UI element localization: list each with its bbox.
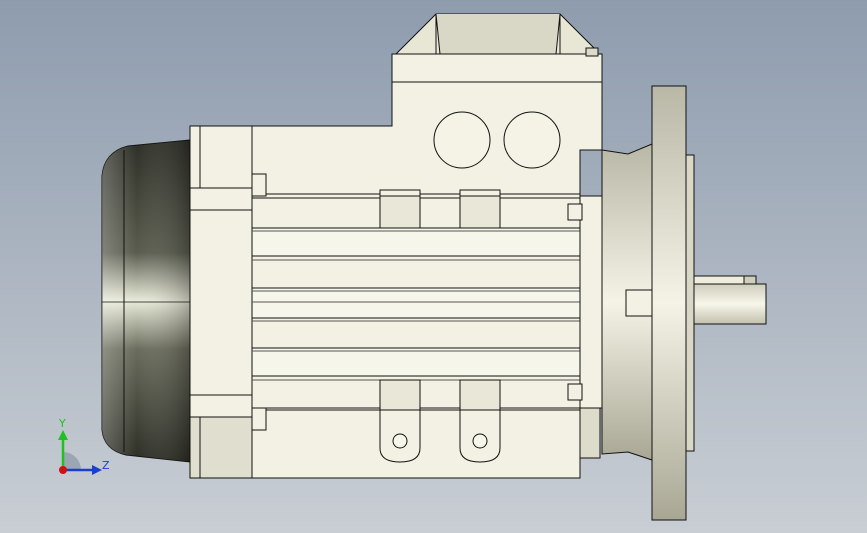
foot-hole-icon <box>472 433 488 449</box>
cad-viewport[interactable]: Y Z <box>0 0 867 533</box>
origin-dot-icon <box>59 466 67 474</box>
foot-hole-icon <box>392 433 408 449</box>
fan-cover[interactable] <box>101 139 191 463</box>
rear-end-shield[interactable] <box>189 125 253 479</box>
y-axis-label: Y <box>58 417 66 430</box>
output-shaft[interactable] <box>693 275 767 325</box>
z-axis-label: Z <box>102 459 110 472</box>
cooling-fins <box>251 197 583 409</box>
cable-gland-icon <box>503 111 561 169</box>
cable-gland-icon <box>433 111 491 169</box>
